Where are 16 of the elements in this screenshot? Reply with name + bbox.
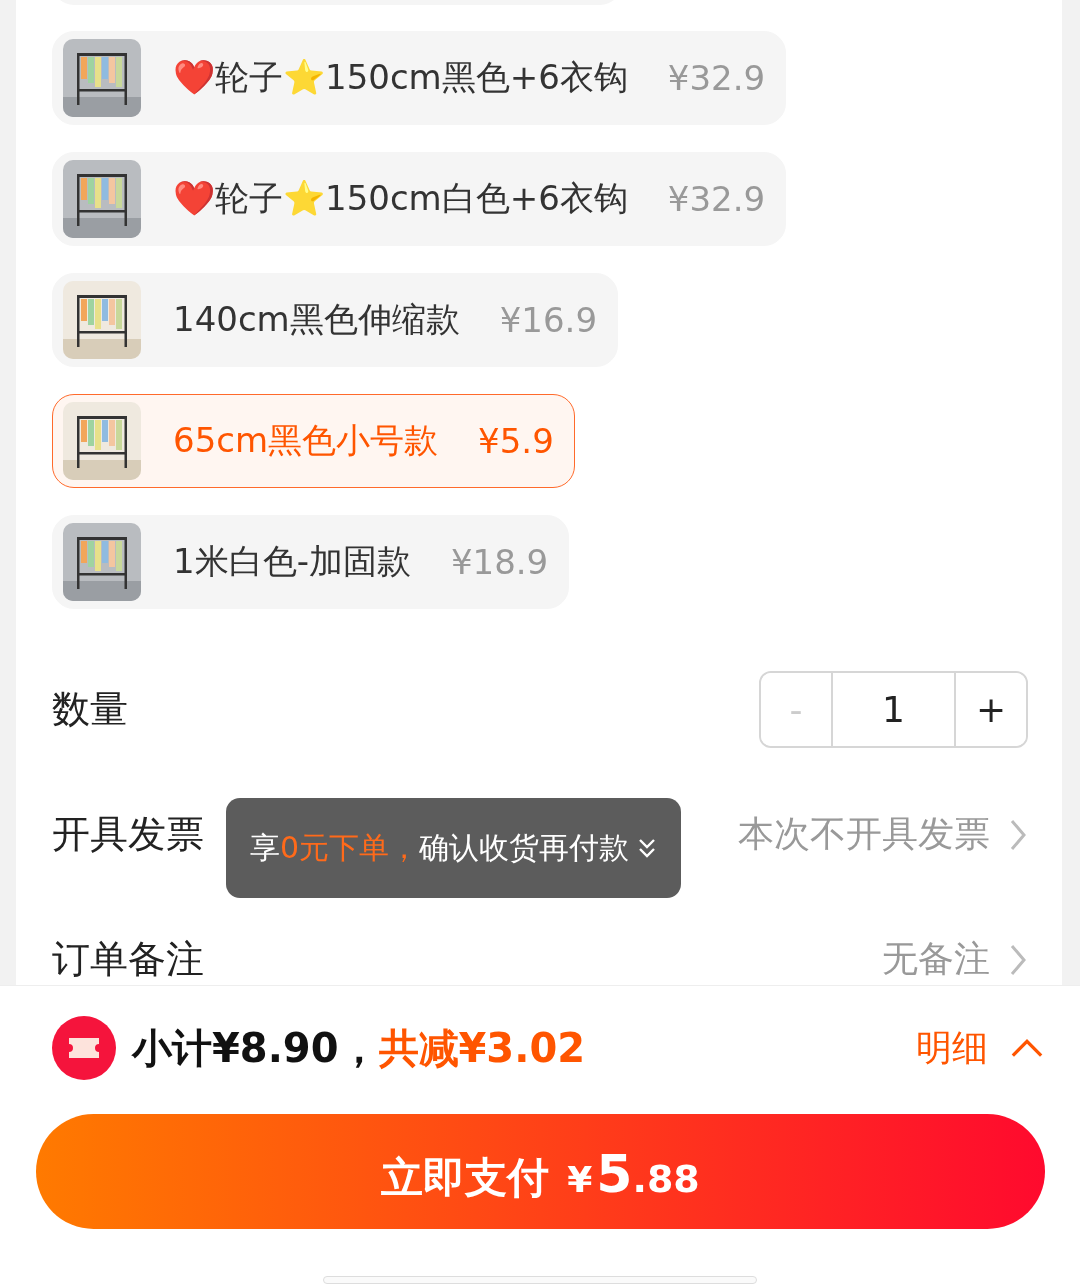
toast: 享0元下单，确认收货再付款 [226,798,682,898]
quantity-field[interactable]: 1 [833,673,954,746]
option-chip[interactable]: 140cm黑色伸缩款 ¥16.9 [52,273,619,367]
option-chip[interactable]: ❤轮子⭐150cm黑色+6衣钩 ¥32.9 [52,31,787,125]
row-label: 开具发票 [52,811,204,858]
quantity-label: 数量 [52,686,128,733]
pay-button[interactable]: 立即支付 ¥5.88 [36,1114,1045,1229]
subtotal-text: 小计¥8.90， [132,1023,379,1073]
caret-icon [1010,1037,1044,1059]
option-chip[interactable]: 1米白色-加固款 ¥18.9 [52,515,570,609]
option-chip[interactable]: ❤轮子⭐150cm白色+6衣钩 ¥32.9 [52,152,787,246]
row-label: 订单备注 [52,936,204,983]
double-chevron-icon [637,836,658,860]
plus-button[interactable]: + [954,673,1026,746]
discount-text: 共减¥3.02 [378,1023,586,1073]
coupon-icon [52,1016,116,1080]
